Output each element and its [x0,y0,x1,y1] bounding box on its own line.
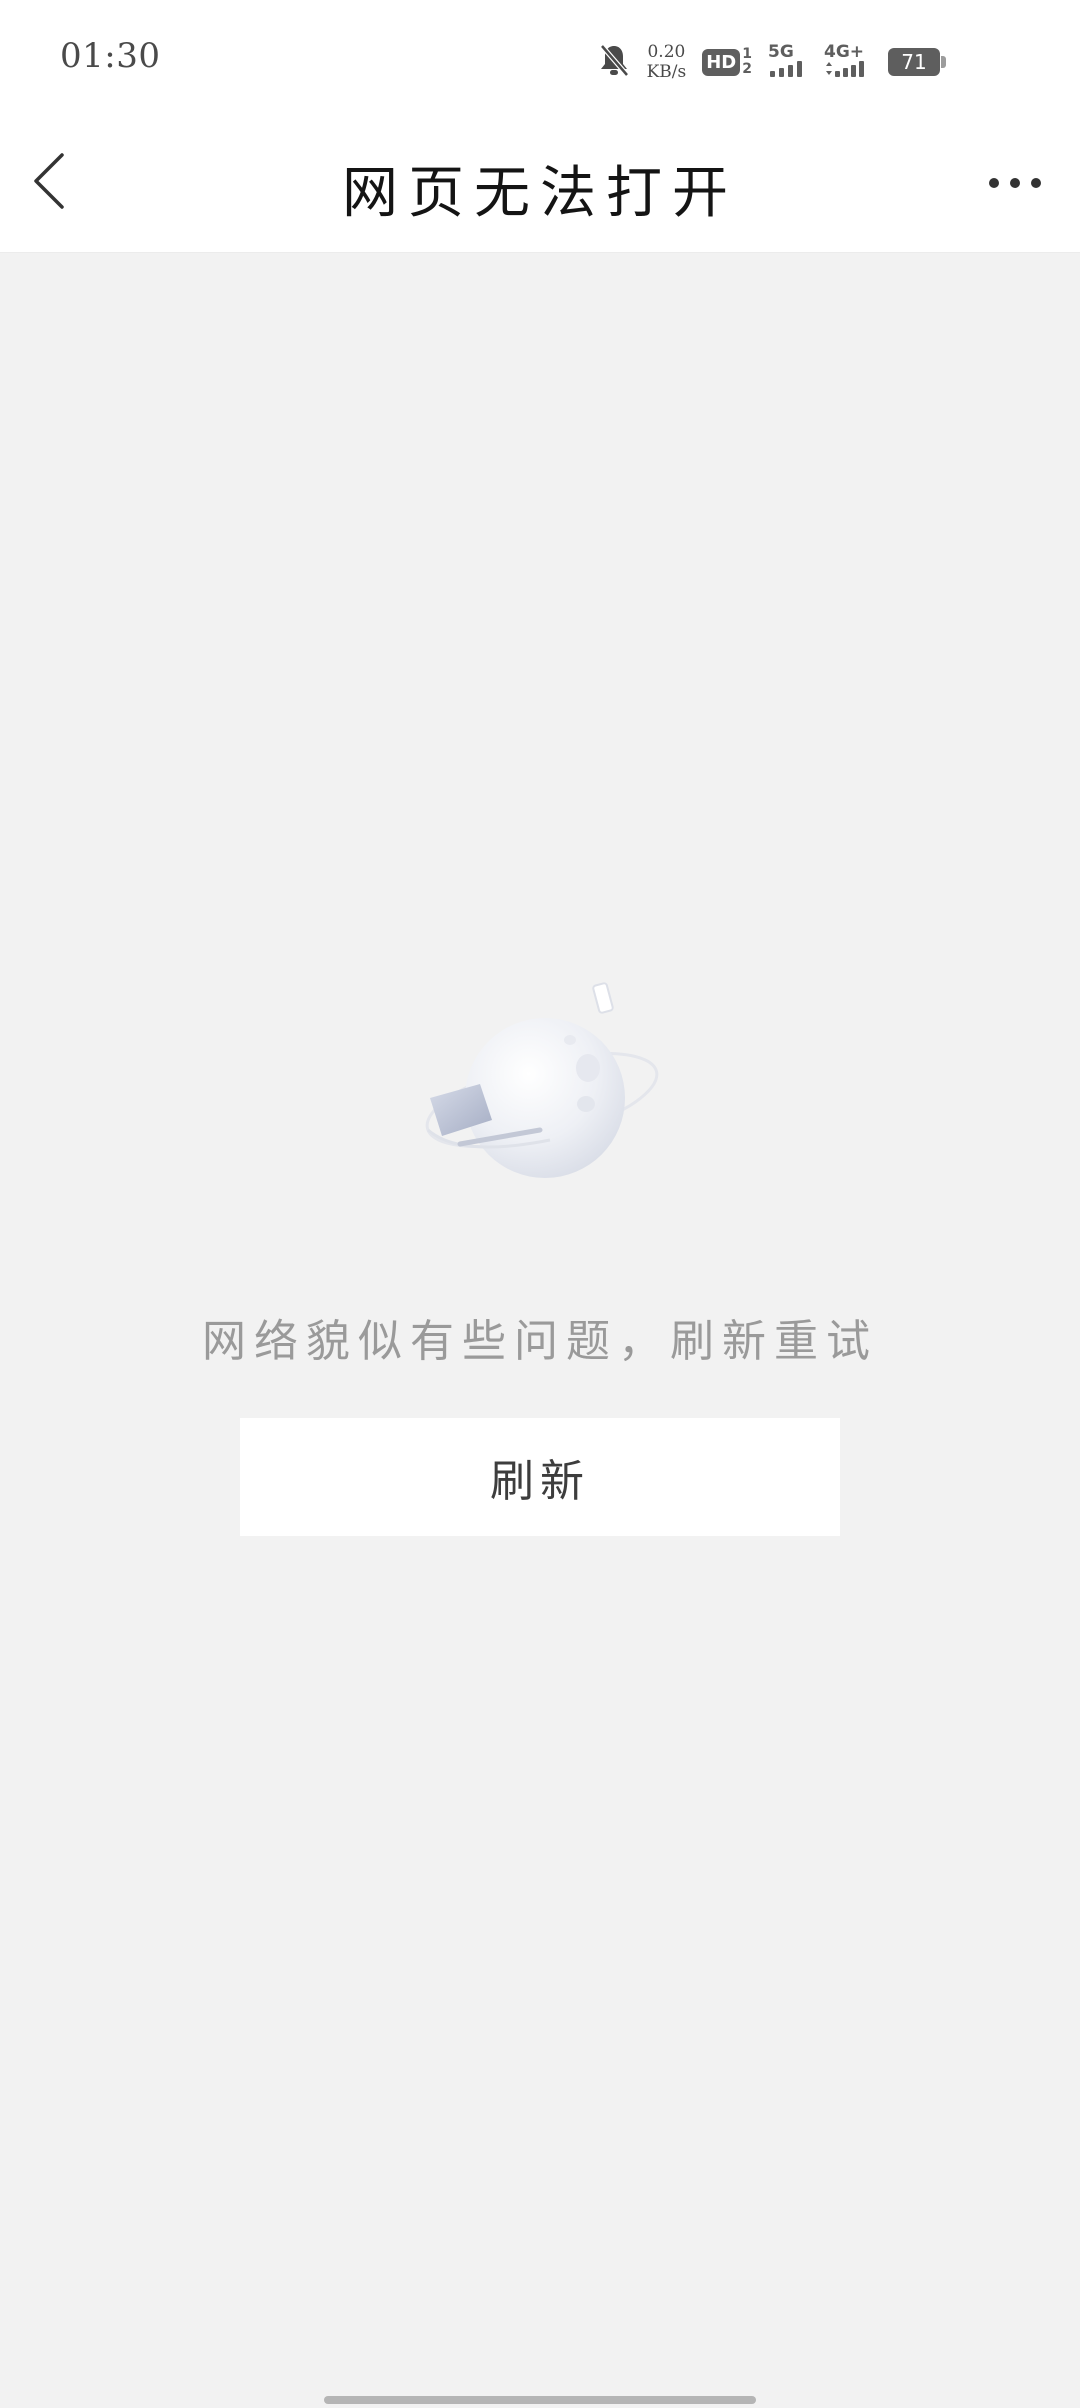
battery-level: 71 [901,50,927,74]
planet-laptop-illustration [400,980,680,1200]
signal-4g: 4G+ [824,43,872,81]
status-bar: 01:30 0.20 KB/s HD 1 2 5G 4G+ 71 [0,0,1080,120]
hd-indicator: HD 1 2 [702,47,752,77]
battery-indicator: 71 [888,48,946,76]
page-title: 网页无法打开 [342,161,738,226]
hd-badge: HD [702,48,741,76]
home-indicator[interactable] [324,2396,756,2404]
status-icons: 0.20 KB/s HD 1 2 5G 4G+ 71 [597,40,946,84]
bell-off-icon [597,42,631,82]
signal-bars-5g-icon [768,61,808,81]
sim-labels: 1 2 [742,47,752,77]
refresh-label: 刷新 [490,1456,590,1507]
status-time: 01:30 [60,36,161,76]
signal-5g: 5G [768,43,808,81]
more-dots-icon [987,175,1043,194]
more-options-button[interactable] [980,164,1050,204]
sim-label-1: 1 [742,46,752,62]
network-type-5g: 5G [768,42,794,62]
signal-bars-4g-icon [824,61,872,81]
refresh-button[interactable]: 刷新 [240,1418,840,1536]
sim-label-2: 2 [742,61,752,77]
network-type-4g: 4G+ [824,42,865,62]
network-speed-unit: KB/s [646,62,687,82]
network-speed: 0.20 KB/s [647,42,687,82]
network-speed-value: 0.20 [647,42,686,62]
nav-bar: 网页无法打开 [0,120,1080,253]
error-message: 网络貌似有些问题，刷新重试 [202,1316,878,1367]
